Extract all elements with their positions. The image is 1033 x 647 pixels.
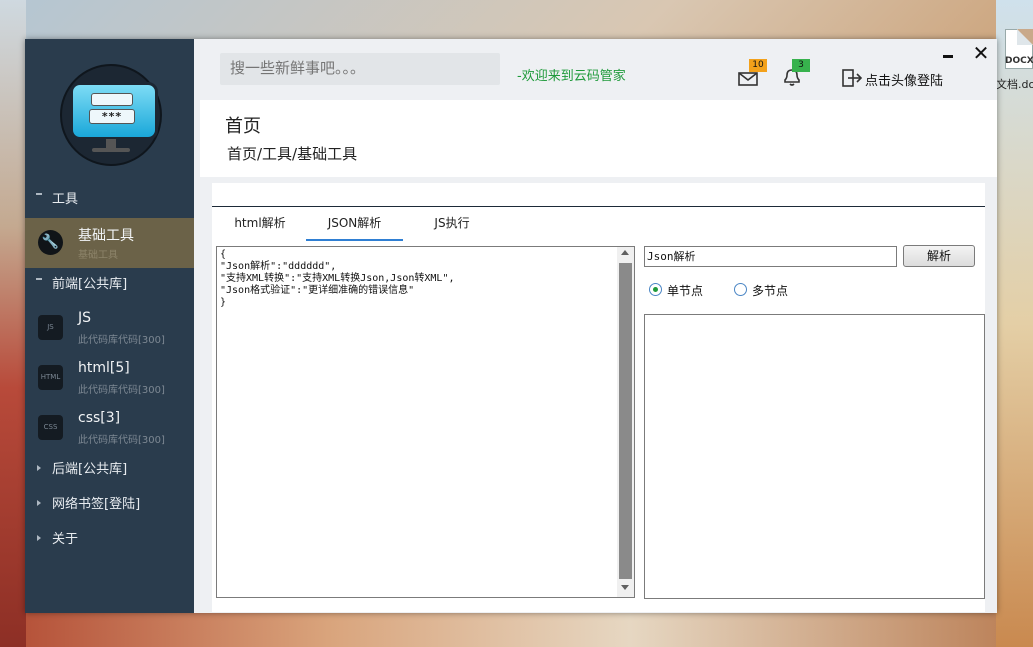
app-logo: ***: [60, 64, 162, 166]
sidebar-item-js[interactable]: JS JS 此代码库代码[300]: [25, 303, 194, 353]
monitor-icon: ***: [70, 82, 158, 140]
sidebar-section-bookmarks[interactable]: 网络书签[登陆]: [25, 490, 194, 520]
page-title: 首页: [225, 116, 261, 137]
bell-count-badge: 3: [792, 59, 810, 72]
json-editor-content[interactable]: { "Json解析":"dddddd", "支持XML转换":"支持XML转换J…: [220, 249, 455, 309]
scroll-up-arrow-icon[interactable]: [621, 250, 629, 255]
sidebar-section-label: 关于: [52, 532, 79, 547]
json-editor[interactable]: { "Json解析":"dddddd", "支持XML转换":"支持XML转换J…: [216, 246, 635, 598]
parse-result-box[interactable]: [644, 314, 985, 599]
sidebar-item-title: 基础工具: [78, 228, 134, 244]
desktop-icon-label[interactable]: 文档.do: [996, 76, 1033, 92]
sidebar-item-title: html[5]: [78, 360, 130, 376]
sidebar-section-backend[interactable]: 后端[公共库]: [25, 455, 194, 485]
sidebar-section-frontend[interactable]: 前端[公共库]: [25, 270, 194, 300]
login-label: 点击头像登陆: [865, 74, 944, 89]
search-input[interactable]: [220, 53, 500, 85]
page-header: 首页 首页/工具/基础工具: [200, 100, 997, 177]
close-button[interactable]: ✕: [972, 43, 990, 63]
tab-bar: html解析 JSON解析 JS执行: [212, 207, 985, 241]
logo-password-text: ***: [89, 109, 135, 124]
mail-count-badge: 10: [749, 59, 767, 72]
sidebar-item-subtitle: 此代码库代码[300]: [78, 335, 165, 346]
html-icon: HTML: [38, 365, 63, 390]
editor-scrollbar[interactable]: [617, 247, 634, 597]
desktop-background-bottom: [26, 613, 1033, 647]
js-icon: JS: [38, 315, 63, 340]
app-window: *** 工具 🔧 基础工具 基础工具 前端[公共库] JS JS 此代码库代码[…: [25, 39, 997, 613]
sidebar-item-html[interactable]: HTML html[5] 此代码库代码[300]: [25, 353, 194, 403]
breadcrumb: 首页/工具/基础工具: [227, 145, 358, 163]
sidebar-item-basic-tools[interactable]: 🔧 基础工具 基础工具: [25, 218, 194, 268]
logo-base: [92, 148, 130, 152]
sidebar-section-label: 工具: [52, 192, 79, 207]
sidebar-section-tools[interactable]: 工具: [25, 185, 194, 215]
file-type-tag: DOCX: [1005, 56, 1033, 66]
desktop-background-right: [996, 0, 1033, 647]
scroll-down-arrow-icon[interactable]: [621, 585, 629, 590]
logo-input-field: [91, 93, 133, 106]
sidebar-item-subtitle: 此代码库代码[300]: [78, 435, 165, 446]
css-icon: CSS: [38, 415, 63, 440]
login-button[interactable]: 点击头像登陆: [839, 67, 943, 91]
json-path-input[interactable]: Json解析: [644, 246, 897, 267]
radio-circle-icon: [734, 283, 747, 296]
notification-button[interactable]: 3: [781, 59, 810, 91]
sidebar-item-css[interactable]: CSS css[3] 此代码库代码[300]: [25, 403, 194, 453]
expand-arrow-icon: [37, 500, 41, 506]
parse-button[interactable]: 解析: [903, 245, 975, 267]
radio-label: 单节点: [667, 284, 704, 298]
wrench-icon: 🔧: [38, 230, 63, 255]
sidebar-section-label: 网络书签[登陆]: [52, 497, 141, 512]
collapse-mark-icon: [36, 193, 42, 195]
top-header: -欢迎来到云码管家 10 3 点击头像登陆 ✕: [194, 39, 997, 100]
sidebar-item-title: JS: [78, 310, 92, 326]
scrollbar-thumb[interactable]: [619, 263, 632, 579]
tab-js-exec[interactable]: JS执行: [422, 207, 482, 239]
radio-circle-icon: [649, 283, 662, 296]
tool-panel: html解析 JSON解析 JS执行 { "Json解析":"dddddd", …: [212, 183, 985, 612]
mail-button[interactable]: 10: [738, 59, 767, 91]
docx-file-icon[interactable]: DOCX: [1003, 29, 1033, 73]
sidebar: *** 工具 🔧 基础工具 基础工具 前端[公共库] JS JS 此代码库代码[…: [25, 39, 194, 613]
tab-html-parse[interactable]: html解析: [228, 207, 292, 239]
sidebar-section-label: 后端[公共库]: [52, 462, 128, 477]
minimize-button[interactable]: [941, 48, 955, 62]
sidebar-item-subtitle: 此代码库代码[300]: [78, 385, 165, 396]
login-icon: [842, 69, 863, 87]
expand-arrow-icon: [37, 535, 41, 541]
desktop-background-left: [0, 0, 26, 647]
sidebar-item-title: css[3]: [78, 410, 121, 426]
collapse-mark-icon: [36, 278, 42, 280]
expand-arrow-icon: [37, 465, 41, 471]
sidebar-section-label: 前端[公共库]: [52, 277, 128, 292]
tab-json-parse[interactable]: JSON解析: [306, 207, 403, 241]
welcome-text: -欢迎来到云码管家: [517, 69, 626, 84]
sidebar-section-about[interactable]: 关于: [25, 525, 194, 555]
radio-label: 多节点: [752, 284, 789, 298]
sidebar-item-subtitle: 基础工具: [78, 250, 118, 261]
